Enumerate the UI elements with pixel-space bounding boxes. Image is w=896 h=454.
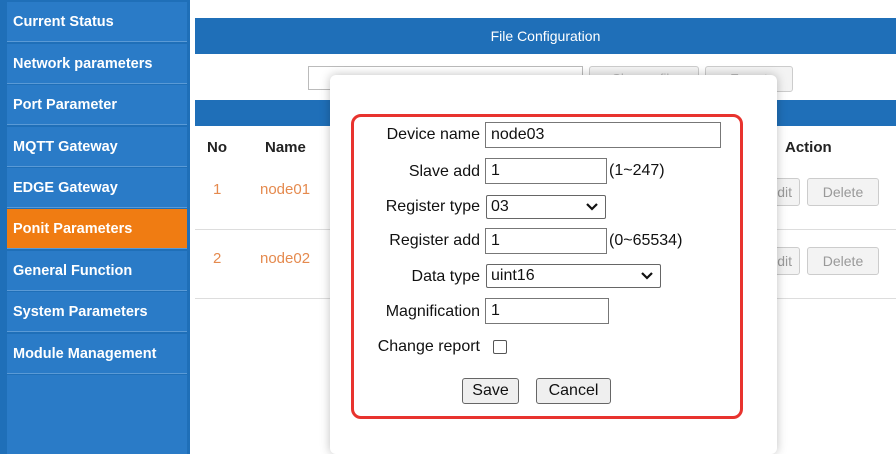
change-report-label: Change report	[377, 338, 480, 355]
device-name-input[interactable]: node03	[485, 122, 721, 148]
cancel-button[interactable]: Cancel	[536, 378, 611, 404]
data-type-label: Data type	[411, 268, 480, 285]
sidebar-item-mqtt-gateway[interactable]: MQTT Gateway	[7, 127, 187, 167]
column-no: No	[207, 139, 227, 156]
slave-add-range-hint: (1~247)	[609, 162, 665, 179]
row-1-delete-button[interactable]: Delete	[807, 178, 879, 206]
page-title: File Configuration	[195, 18, 896, 54]
chevron-down-icon	[586, 203, 598, 211]
change-report-checkbox[interactable]	[493, 340, 507, 354]
device-name-label: Device name	[386, 126, 480, 143]
row-2-name: node02	[260, 250, 311, 267]
register-add-range-hint: (0~65534)	[609, 232, 683, 249]
sidebar-item-general-function[interactable]: General Function	[7, 251, 187, 291]
sidebar-item-edge-gateway[interactable]: EDGE Gateway	[7, 168, 187, 208]
register-add-label: Register add	[389, 232, 480, 249]
sidebar-item-module-management[interactable]: Module Management	[7, 334, 187, 374]
save-button[interactable]: Save	[462, 378, 519, 404]
row-2-no: 2	[213, 250, 222, 267]
slave-add-label: Slave add	[408, 163, 480, 180]
sidebar-empty-area	[7, 375, 187, 454]
data-type-value: uint16	[491, 267, 535, 284]
magnification-input[interactable]: 1	[485, 298, 609, 324]
sidebar: Current Status Network parameters Port P…	[0, 0, 190, 454]
column-name: Name	[265, 139, 306, 156]
row-1-no: 1	[213, 181, 222, 198]
sidebar-item-current-status[interactable]: Current Status	[7, 2, 187, 42]
sidebar-item-network-parameters[interactable]: Network parameters	[7, 44, 187, 84]
register-type-label: Register type	[385, 198, 480, 215]
register-type-select[interactable]: 03	[486, 195, 606, 219]
slave-add-input[interactable]: 1	[485, 158, 607, 184]
register-type-value: 03	[491, 198, 509, 215]
sidebar-item-point-parameters[interactable]: Ponit Parameters	[7, 209, 187, 249]
row-1-name: node01	[260, 181, 311, 198]
magnification-label: Magnification	[385, 303, 480, 320]
sidebar-item-system-parameters[interactable]: System Parameters	[7, 292, 187, 332]
register-add-input[interactable]: 1	[485, 228, 607, 254]
data-type-select[interactable]: uint16	[486, 264, 661, 288]
column-action: Action	[785, 139, 832, 156]
row-2-delete-button[interactable]: Delete	[807, 247, 879, 275]
chevron-down-icon	[641, 272, 653, 280]
sidebar-item-port-parameter[interactable]: Port Parameter	[7, 85, 187, 125]
